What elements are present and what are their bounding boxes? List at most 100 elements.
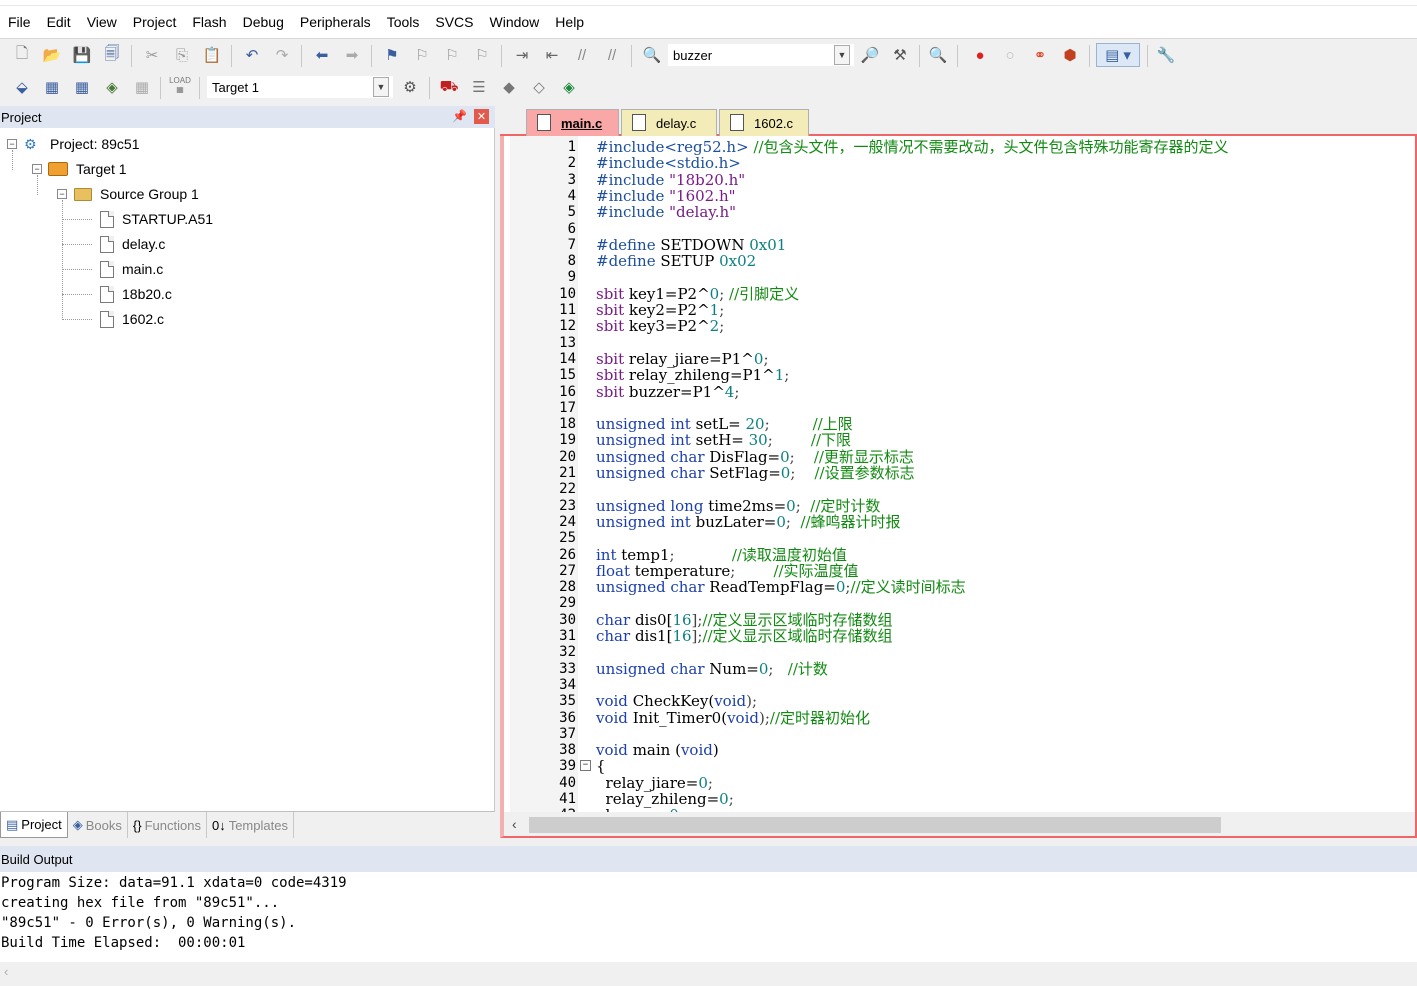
tab-1602-c[interactable]: 1602.c bbox=[719, 109, 809, 136]
menu-project[interactable]: Project bbox=[125, 14, 185, 30]
undo-icon[interactable]: ↶ bbox=[240, 43, 264, 67]
cut-icon[interactable]: ✂ bbox=[140, 43, 164, 67]
code-line[interactable]: 22 bbox=[504, 481, 1404, 497]
clear-bookmarks-icon[interactable]: ⚐ bbox=[470, 43, 494, 67]
window-layout-icon[interactable]: ▤ ▾ bbox=[1096, 43, 1140, 67]
menu-view[interactable]: View bbox=[79, 14, 125, 30]
navigate-forward-icon[interactable]: ➡ bbox=[340, 43, 364, 67]
code-line[interactable]: 35 void CheckKey(void); bbox=[504, 693, 1404, 709]
code-line[interactable]: 13 bbox=[504, 335, 1404, 351]
code-line[interactable]: 19 unsigned int setH= 30; //下限 bbox=[504, 432, 1404, 448]
code-line[interactable]: 3 #include "18b20.h" bbox=[504, 172, 1404, 188]
target-combo[interactable]: Target 1 bbox=[207, 76, 393, 98]
code-line[interactable]: 14 sbit relay_jiare=P1^0; bbox=[504, 351, 1404, 367]
tree-item-file[interactable]: STARTUP.A51 bbox=[100, 208, 213, 230]
code-line[interactable]: 29 bbox=[504, 595, 1404, 611]
pack-installer-icon[interactable]: ◇ bbox=[527, 75, 551, 99]
insert-breakpoint-icon[interactable]: ● bbox=[968, 43, 992, 67]
code-line[interactable]: 40 relay_jiare=0; bbox=[504, 775, 1404, 791]
code-line[interactable]: 36 void Init_Timer0(void);//定时器初始化 bbox=[504, 710, 1404, 726]
pin-icon[interactable]: 📌 bbox=[452, 109, 467, 123]
tab-delay-c[interactable]: delay.c bbox=[621, 109, 717, 136]
code-line[interactable]: 17 bbox=[504, 400, 1404, 416]
manage-components-icon[interactable]: ⛟ bbox=[437, 75, 461, 99]
code-line[interactable]: 23 unsigned long time2ms=0; //定时计数 bbox=[504, 498, 1404, 514]
close-icon[interactable]: ✕ bbox=[474, 109, 489, 124]
indent-icon[interactable]: ⇥ bbox=[510, 43, 534, 67]
collapse-toggle[interactable]: − bbox=[7, 139, 17, 149]
configure-icon[interactable]: 🔧 bbox=[1154, 43, 1178, 67]
code-line[interactable]: 41 relay_zhileng=0; bbox=[504, 791, 1404, 807]
menu-file[interactable]: File bbox=[0, 14, 39, 30]
new-file-icon[interactable]: 🗋 bbox=[10, 43, 34, 67]
code-line[interactable]: 20 unsigned char DisFlag=0; //更新显示标志 bbox=[504, 449, 1404, 465]
unindent-icon[interactable]: ⇤ bbox=[540, 43, 564, 67]
build-icon[interactable]: ▦ bbox=[40, 75, 64, 99]
code-line[interactable]: 15 sbit relay_zhileng=P1^1; bbox=[504, 367, 1404, 383]
code-line[interactable]: 31 char dis1[16];//定义显示区域临时存储数组 bbox=[504, 628, 1404, 644]
menu-peripherals[interactable]: Peripherals bbox=[292, 14, 379, 30]
find-combo[interactable]: buzzer bbox=[668, 44, 854, 66]
code-line[interactable]: 30 char dis0[16];//定义显示区域临时存储数组 bbox=[504, 612, 1404, 628]
uncomment-icon[interactable]: // bbox=[600, 43, 624, 67]
menu-svcs[interactable]: SVCS bbox=[427, 14, 481, 30]
tab-books[interactable]: ◈ Books bbox=[68, 812, 128, 838]
code-line[interactable]: 11 sbit key2=P2^1; bbox=[504, 302, 1404, 318]
scroll-left-icon[interactable]: ‹ bbox=[512, 816, 517, 832]
code-line[interactable]: 34 bbox=[504, 677, 1404, 693]
menu-help[interactable]: Help bbox=[547, 14, 592, 30]
menu-debug[interactable]: Debug bbox=[235, 14, 292, 30]
tree-item-source-group[interactable]: Source Group 1 bbox=[74, 183, 199, 205]
save-icon[interactable]: 💾 bbox=[70, 43, 94, 67]
code-line[interactable]: 26 int temp1; //读取温度初始值 bbox=[504, 547, 1404, 563]
code-line[interactable]: 24 unsigned int buzLater=0; //蜂鸣器计时报 bbox=[504, 514, 1404, 530]
code-line[interactable]: 16 sbit buzzer=P1^4; bbox=[504, 384, 1404, 400]
code-line[interactable]: 21 unsigned char SetFlag=0; //设置参数标志 bbox=[504, 465, 1404, 481]
code-line[interactable]: 2 #include<stdio.h> bbox=[504, 155, 1404, 171]
menu-tools[interactable]: Tools bbox=[379, 14, 428, 30]
comment-icon[interactable]: // bbox=[570, 43, 594, 67]
tree-item-target[interactable]: Target 1 bbox=[48, 158, 127, 180]
rebuild-icon[interactable]: ▦ bbox=[70, 75, 94, 99]
paste-icon[interactable]: 📋 bbox=[200, 43, 224, 67]
code-line[interactable]: 6 bbox=[504, 221, 1404, 237]
navigate-back-icon[interactable]: ⬅ bbox=[310, 43, 334, 67]
code-line[interactable]: 1 #include<reg52.h> //包含头文件，一般情况不需要改动，头文件… bbox=[504, 139, 1404, 155]
code-line[interactable]: 38 void main (void) bbox=[504, 742, 1404, 758]
code-line[interactable]: 5 #include "delay.h" bbox=[504, 204, 1404, 220]
translate-icon[interactable]: ⬙ bbox=[10, 75, 34, 99]
code-line[interactable]: 8 #define SETUP 0x02 bbox=[504, 253, 1404, 269]
code-line[interactable]: 28 unsigned char ReadTempFlag=0;//定义读时间标志 bbox=[504, 579, 1404, 595]
tab-project[interactable]: ▤ Project bbox=[0, 812, 68, 838]
batch-build-icon[interactable]: ◈ bbox=[100, 75, 124, 99]
scroll-left-icon[interactable]: ‹ bbox=[4, 964, 8, 979]
tab-templates[interactable]: 0↓ Templates bbox=[207, 812, 294, 838]
kill-breakpoints-icon[interactable]: ⬢ bbox=[1058, 43, 1082, 67]
code-line[interactable]: 4 #include "1602.h" bbox=[504, 188, 1404, 204]
tree-item-file[interactable]: delay.c bbox=[100, 233, 165, 255]
chevron-down-icon[interactable]: ▼ bbox=[373, 77, 389, 97]
tab-main-c[interactable]: main.c bbox=[526, 109, 619, 136]
build-output-scrollbar[interactable]: ‹ bbox=[0, 962, 1417, 986]
code-line[interactable]: 7 #define SETDOWN 0x01 bbox=[504, 237, 1404, 253]
find-in-files-icon[interactable]: 🔍 bbox=[640, 43, 664, 67]
incremental-find-icon[interactable]: ⚒ bbox=[888, 43, 912, 67]
code-line[interactable]: 33 unsigned char Num=0; //计数 bbox=[504, 661, 1404, 677]
tree-item-project[interactable]: ⚙ Project: 89c51 bbox=[24, 133, 140, 155]
find-icon[interactable]: 🔎 bbox=[858, 43, 882, 67]
target-options-icon[interactable]: ⚙ bbox=[398, 75, 422, 99]
code-line[interactable]: 37 bbox=[504, 726, 1404, 742]
chevron-down-icon[interactable]: ▼ bbox=[834, 45, 850, 65]
fold-toggle[interactable]: − bbox=[580, 760, 591, 772]
menu-edit[interactable]: Edit bbox=[39, 14, 79, 30]
tree-item-file[interactable]: main.c bbox=[100, 258, 163, 280]
copy-icon[interactable]: ⎘ bbox=[170, 43, 194, 67]
select-packs-icon[interactable]: ◆ bbox=[497, 75, 521, 99]
collapse-toggle[interactable]: − bbox=[32, 164, 42, 174]
code-line[interactable]: 9 bbox=[504, 269, 1404, 285]
code-line[interactable]: 10 sbit key1=P2^0; //引脚定义 bbox=[504, 286, 1404, 302]
manage-items-icon[interactable]: ☰ bbox=[467, 75, 491, 99]
code-line[interactable]: 27 float temperature; //实际温度值 bbox=[504, 563, 1404, 579]
open-file-icon[interactable]: 📂 bbox=[40, 43, 64, 67]
tree-item-file[interactable]: 1602.c bbox=[100, 308, 164, 330]
